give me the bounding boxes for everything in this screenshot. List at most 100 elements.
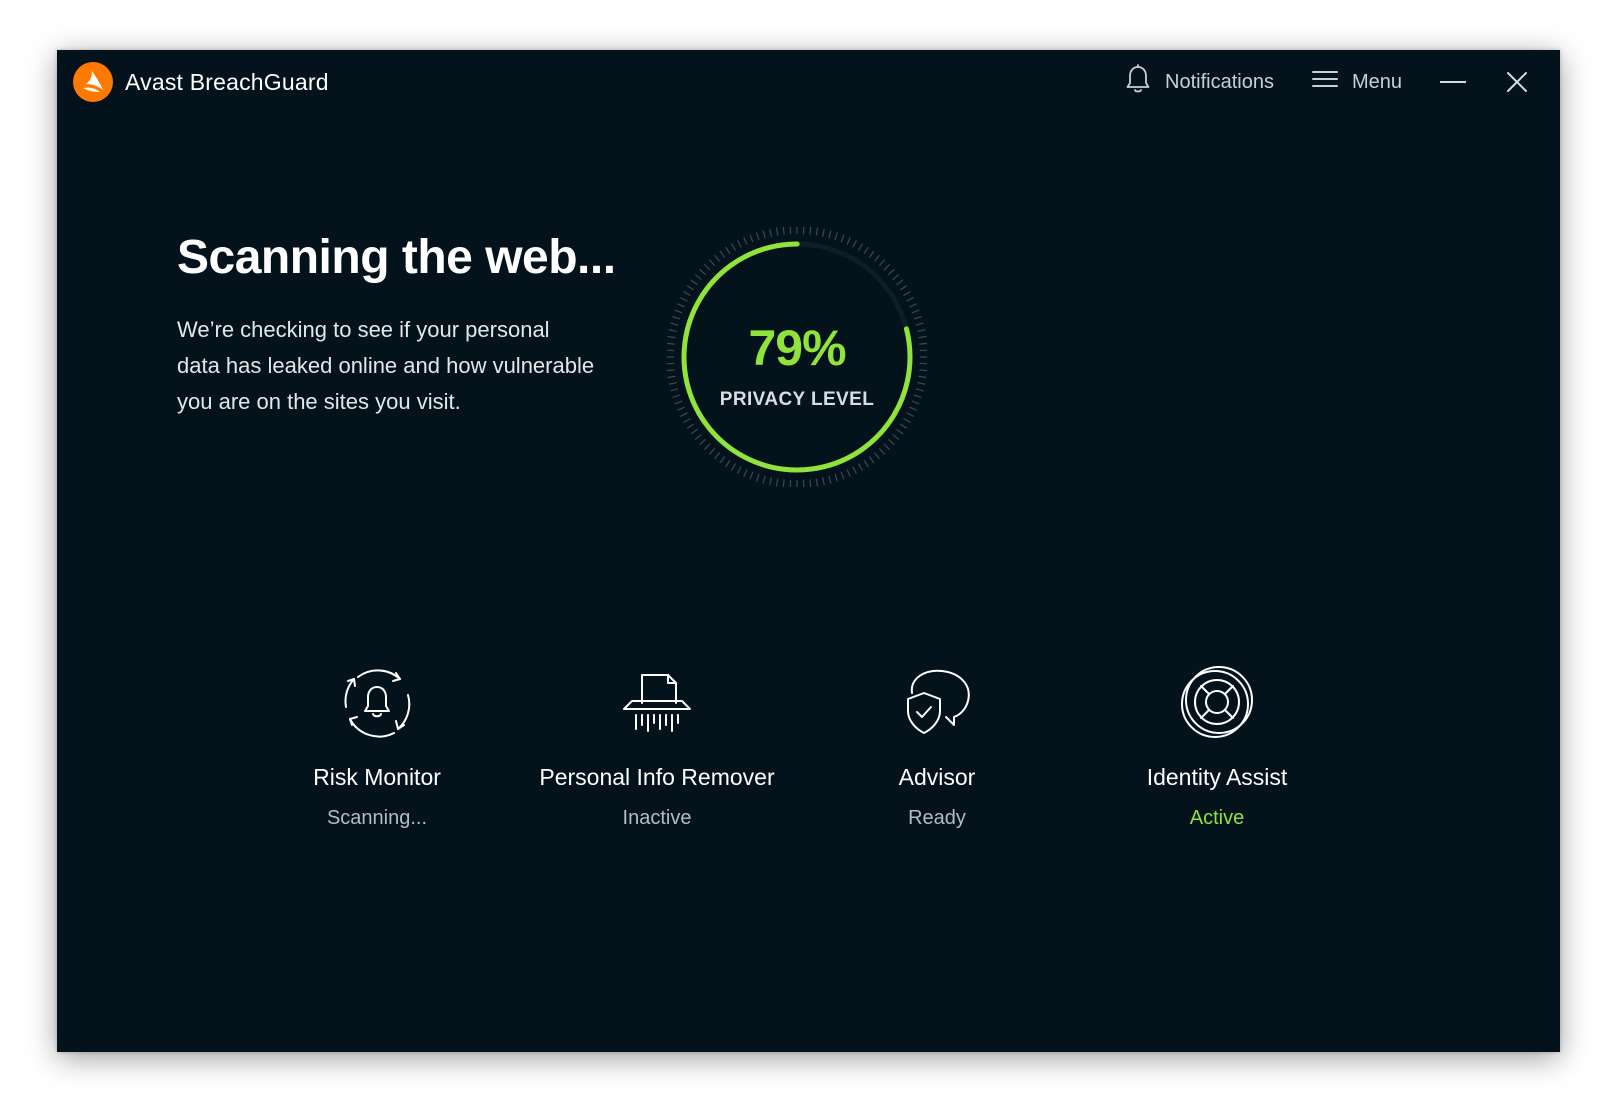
gauge-tick <box>683 417 691 424</box>
gauge-tick <box>868 250 875 258</box>
gauge-tick <box>899 285 908 291</box>
gauge-tick <box>917 381 926 385</box>
menu-label: Menu <box>1351 70 1402 93</box>
gauge-tick <box>680 296 688 302</box>
gauge-tick <box>782 227 785 235</box>
gauge-tick <box>892 274 900 281</box>
gauge-tick <box>888 268 895 276</box>
feature-status: Ready <box>908 807 966 829</box>
gauge-tick <box>730 243 737 251</box>
gauge-tick <box>834 473 839 482</box>
gauge-tick <box>809 227 812 235</box>
gauge-tick <box>857 463 864 471</box>
gauge-tick <box>725 459 731 468</box>
lifebuoy-icon <box>1177 662 1257 742</box>
gauge-tick <box>896 428 904 435</box>
close-button[interactable] <box>1502 67 1532 97</box>
gauge-tick <box>674 309 683 314</box>
gauge-tick <box>906 412 914 418</box>
bell-refresh-icon <box>337 662 417 742</box>
feature-advisor[interactable]: Advisor Ready <box>797 662 1077 830</box>
gauge-tick <box>863 246 869 255</box>
gauge-tick <box>749 471 754 480</box>
privacy-gauge: 79% PRIVACY LEVEL <box>667 227 927 487</box>
gauge-tick <box>873 452 880 460</box>
feature-identity-assist[interactable]: Identity Assist Active <box>1077 662 1357 830</box>
gauge-tick <box>719 250 726 258</box>
gauge-tick <box>725 246 731 255</box>
gauge-tick <box>680 412 688 418</box>
gauge-tick <box>896 279 904 286</box>
privacy-level-value: 79% <box>748 320 846 376</box>
gauge-tick <box>868 456 875 464</box>
gauge-tick <box>690 279 698 286</box>
gauge-tick <box>815 478 819 487</box>
gauge-tick <box>775 478 779 487</box>
gauge-tick <box>762 230 766 239</box>
notifications-button[interactable]: Notifications <box>1125 64 1274 100</box>
feature-name: Personal Info Remover <box>539 764 775 790</box>
minimize-button[interactable] <box>1438 67 1468 97</box>
gauge-tick <box>782 479 785 487</box>
feature-personal-info-remover[interactable]: Personal Info Remover Inactive <box>517 662 797 830</box>
gauge-tick <box>899 423 908 429</box>
gauge-tick <box>840 471 845 480</box>
gauge-tick <box>892 433 900 440</box>
gauge-tick <box>852 240 858 248</box>
gauge-tick <box>762 475 766 484</box>
gauge-tick <box>903 290 911 297</box>
avast-logo-icon <box>73 62 113 102</box>
gauge-tick <box>828 475 832 484</box>
gauge-tick <box>743 237 748 245</box>
feature-risk-monitor[interactable]: Risk Monitor Scanning... <box>237 662 517 830</box>
gauge-tick <box>906 296 914 302</box>
gauge-tick <box>911 309 920 314</box>
gauge-tick <box>694 433 702 440</box>
feature-name: Identity Assist <box>1146 764 1288 790</box>
gauge-tick <box>708 448 716 455</box>
gauge-tick <box>699 268 706 276</box>
feature-name: Advisor <box>898 764 976 790</box>
hamburger-icon <box>1311 69 1338 95</box>
gauge-tick <box>828 230 832 239</box>
gauge-tick <box>821 477 825 486</box>
gauge-tick <box>749 234 754 243</box>
gauge-tick <box>736 240 742 248</box>
gauge-tick <box>699 438 706 446</box>
top-actions: Notifications Menu <box>1125 62 1532 102</box>
gauge-tick <box>694 274 702 281</box>
gauge-tick <box>878 448 886 455</box>
gauge-tick <box>878 259 886 266</box>
gauge-tick <box>755 232 760 241</box>
title-bar: Avast BreachGuard Notifications Menu <box>57 50 1560 112</box>
gauge-tick <box>840 234 845 243</box>
gauge-tick <box>821 228 825 237</box>
gauge-tick <box>677 303 685 308</box>
gauge-tick <box>708 259 716 266</box>
gauge-tick <box>873 254 880 262</box>
app-title: Avast BreachGuard <box>125 68 329 95</box>
feature-name: Risk Monitor <box>313 764 441 790</box>
feature-status: Scanning... <box>326 807 428 829</box>
gauge-tick <box>863 459 869 468</box>
gauge-tick <box>846 237 851 245</box>
gauge-tick <box>683 290 691 297</box>
gauge-tick <box>703 443 711 451</box>
gauge-tick <box>883 443 891 451</box>
gauge-tick <box>719 456 726 464</box>
gauge-tick <box>909 303 917 308</box>
feature-status: Active <box>1189 807 1245 829</box>
gauge-tick <box>888 438 895 446</box>
scan-description: We’re checking to see if your personal d… <box>177 317 595 414</box>
gauge-tick <box>883 263 891 271</box>
gauge-tick <box>903 417 911 424</box>
gauge-tick <box>714 452 721 460</box>
menu-button[interactable]: Menu <box>1311 69 1402 95</box>
gauge-tick <box>668 381 677 385</box>
notifications-label: Notifications <box>1165 70 1274 93</box>
gauge-tick <box>857 243 864 251</box>
gauge-tick <box>852 466 858 474</box>
gauge-tick <box>714 254 721 262</box>
scan-title: Scanning the web... <box>177 231 616 284</box>
brand: Avast BreachGuard <box>73 62 329 102</box>
